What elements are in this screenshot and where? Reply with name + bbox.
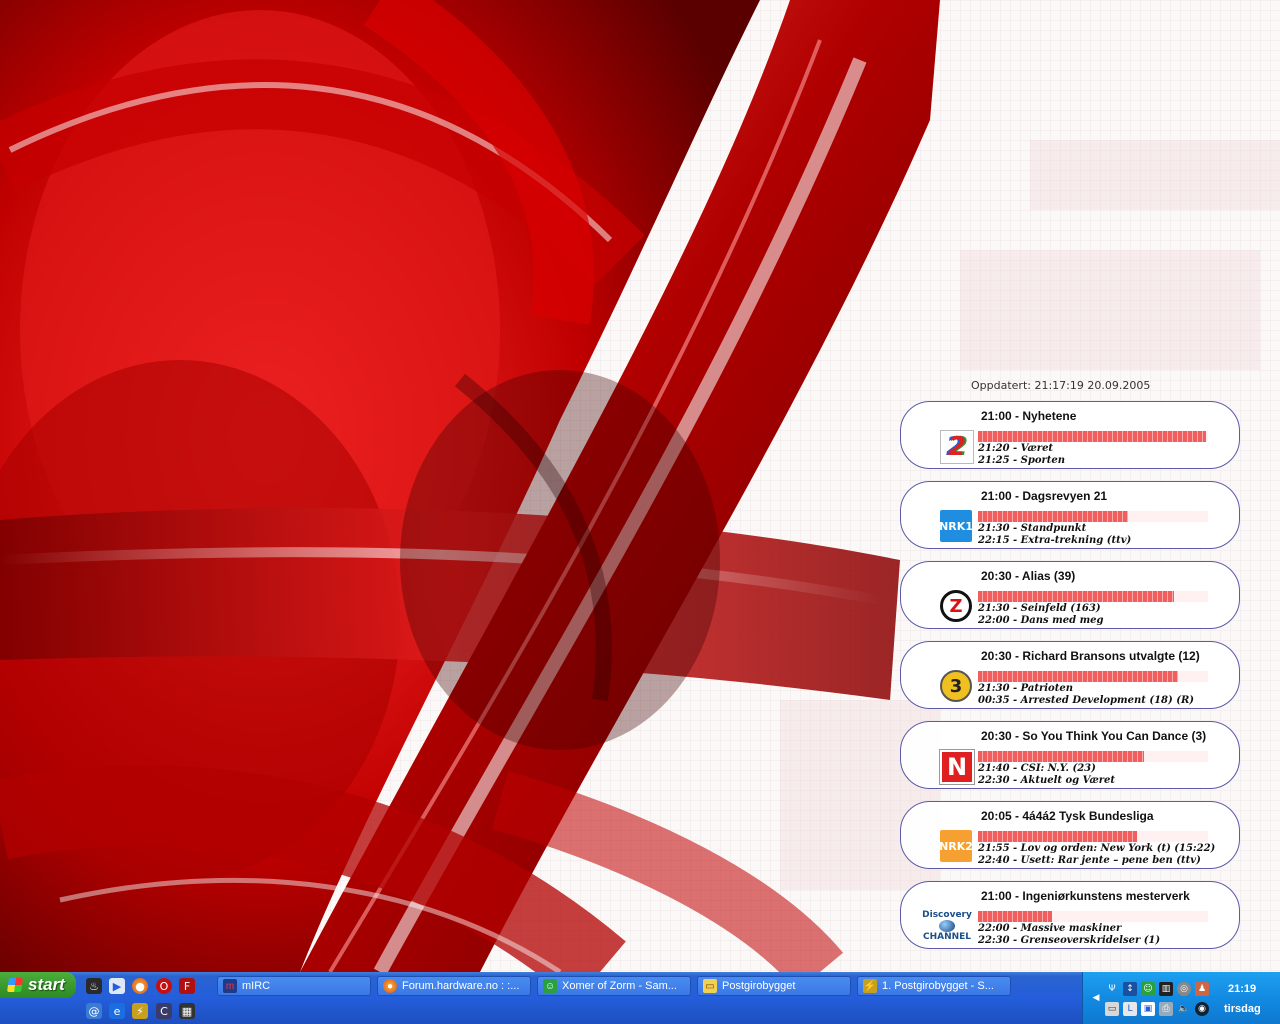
steam-icon[interactable]: ♨: [86, 978, 102, 994]
upcoming-program: 22:00 - Dans med meg: [978, 615, 1104, 626]
upcoming-program: 21:25 - Sporten: [978, 455, 1066, 466]
nrk1-logo-icon: NRK1: [939, 510, 973, 542]
media-player-icon[interactable]: ▶: [109, 978, 125, 994]
upcoming-program: 21:20 - Været: [978, 443, 1054, 454]
messenger-icon: ☺: [543, 979, 557, 993]
windows-logo-icon: [7, 978, 23, 992]
tvn-logo-icon: N: [939, 749, 975, 785]
tv-channel-card[interactable]: NRK1 21:00 - Dagsrevyen 21 21:30 - Standpu…: [900, 481, 1240, 549]
disc-icon[interactable]: ◎: [1177, 982, 1191, 996]
tv-channel-card[interactable]: Discovery CHANNEL 21:00 - Ingeniørkunstens…: [900, 881, 1240, 949]
progress-bar: [978, 591, 1174, 602]
start-label: start: [28, 975, 65, 994]
taskbar-button[interactable]: ☺ Xomer of Zorm - Sam...: [537, 976, 691, 996]
discovery-logo-icon: Discovery CHANNEL: [921, 910, 973, 942]
tv-channel-card[interactable]: N 20:30 - So You Think You Can Dance (3) 2…: [900, 721, 1240, 789]
now-playing-title: 20:30 - So You Think You Can Dance (3): [981, 729, 1207, 743]
tv-channel-card[interactable]: Z 20:30 - Alias (39) 21:30 - Seinfeld (163…: [900, 561, 1240, 629]
mirc-icon: m: [223, 979, 237, 993]
tv-channel-card[interactable]: 2 21:00 - Nyhetene 21:20 - Været 21:25 - Sp…: [900, 401, 1240, 469]
tv-channel-card[interactable]: 3 20:30 - Richard Bransons utvalgte (12) 2…: [900, 641, 1240, 709]
internet-explorer-icon[interactable]: e: [109, 1003, 125, 1019]
upcoming-program: 21:55 - Lov og orden: New York (t) (15:2…: [978, 843, 1216, 854]
user-icon[interactable]: ♟: [1195, 982, 1209, 996]
progress-bar: [978, 911, 1052, 922]
progress-bar: [978, 751, 1144, 762]
taskbar-button-label: Postgirobygget: [722, 980, 796, 992]
globe-icon: [939, 920, 955, 932]
upcoming-program: 21:30 - Patrioten: [978, 683, 1073, 694]
progress-bar: [978, 831, 1137, 842]
taskbar-button-label: Forum.hardware.no : :...: [402, 980, 520, 992]
cpu-z-icon[interactable]: C: [156, 1003, 172, 1019]
volume-icon[interactable]: 🔈: [1177, 1002, 1191, 1016]
chip-icon[interactable]: ▦: [179, 1003, 195, 1019]
firefox-icon: ●: [383, 979, 397, 993]
upcoming-program: 22:15 - Extra-trekning (ttv): [978, 535, 1132, 546]
display-icon[interactable]: ▣: [1141, 1002, 1155, 1016]
system-tray: ◀ Ψ ↕ ☺ ▥ ◎ ♟ ▭ L ▣ ⎙ 🔈 ◉: [1082, 972, 1280, 1024]
filezilla-icon[interactable]: F: [179, 978, 195, 994]
clock-time[interactable]: 21:19: [1228, 983, 1256, 995]
now-playing-title: 20:30 - Richard Bransons utvalgte (12): [981, 649, 1200, 663]
upcoming-program: 21:30 - Seinfeld (163): [978, 603, 1101, 614]
taskbar-button[interactable]: m mIRC: [217, 976, 371, 996]
progress-bar: [978, 671, 1178, 682]
clock-day[interactable]: tirsdag: [1224, 1003, 1261, 1015]
security-icon[interactable]: ◉: [1195, 1002, 1209, 1016]
taskbar-button[interactable]: ● Forum.hardware.no : :...: [377, 976, 531, 996]
taskbar: start ♨ ▶ ● O F @ e ⚡ C ▦ m mIRC ● Forum.ha…: [0, 972, 1280, 1024]
winamp-quick-icon[interactable]: ⚡: [132, 1003, 148, 1019]
printer-icon[interactable]: ⎙: [1159, 1002, 1173, 1016]
tv-guide-updated-label: Oppdatert: 21:17:19 20.09.2005: [971, 379, 1151, 392]
progress-bar: [978, 511, 1128, 522]
tv-channel-card[interactable]: NRK2 20:05 - 4á4á2 Tysk Bundesliga 21:55 -…: [900, 801, 1240, 869]
now-playing-title: 21:00 - Ingeniørkunstens mesterverk: [981, 889, 1190, 903]
upcoming-program: 21:40 - CSI: N.Y. (23): [978, 763, 1096, 774]
upcoming-program: 22:30 - Aktuelt og Været: [978, 775, 1116, 786]
outlook-express-icon[interactable]: @: [86, 1003, 102, 1019]
antenna-icon[interactable]: Ψ: [1105, 982, 1119, 996]
monitor-icon[interactable]: ▭: [1105, 1002, 1119, 1016]
upcoming-program: 22:40 - Usett: Rar jente – pene ben (ttv…: [978, 855, 1201, 866]
tv3-logo-icon: 3: [940, 670, 972, 702]
messenger-tray-icon[interactable]: ☺: [1141, 982, 1155, 996]
now-playing-title: 20:30 - Alias (39): [981, 569, 1076, 583]
firefox-icon[interactable]: ●: [132, 978, 148, 994]
opera-icon[interactable]: O: [156, 978, 172, 994]
tv2-logo-icon: 2: [940, 430, 974, 464]
winamp-icon: ⚡: [863, 979, 877, 993]
folder-icon: ▭: [703, 979, 717, 993]
window-icon[interactable]: L: [1123, 1002, 1137, 1016]
now-playing-title: 21:00 - Nyhetene: [981, 409, 1077, 423]
taskbar-button-label: mIRC: [242, 980, 271, 992]
progress-bar: [978, 431, 1206, 442]
taskbar-button-label: Xomer of Zorm - Sam...: [562, 980, 677, 992]
taskbar-button-label: 1. Postgirobygget - S...: [882, 980, 994, 992]
network-icon[interactable]: ↕: [1123, 982, 1137, 996]
logo-text: Discovery: [922, 910, 972, 920]
zt-logo-icon: Z: [940, 590, 972, 622]
taskbar-button[interactable]: ⚡ 1. Postgirobygget - S...: [857, 976, 1011, 996]
logo-subtext: CHANNEL: [922, 932, 972, 942]
graph-icon[interactable]: ▥: [1159, 982, 1173, 996]
nrk2-logo-icon: NRK2: [939, 830, 973, 862]
upcoming-program: 22:30 - Grenseoverskridelser (1): [978, 935, 1161, 946]
upcoming-program: 00:35 - Arrested Development (18) (R): [978, 695, 1194, 706]
chevron-left-icon[interactable]: ◀: [1089, 991, 1103, 1005]
now-playing-title: 20:05 - 4á4á2 Tysk Bundesliga: [981, 809, 1154, 823]
start-button[interactable]: start: [0, 972, 76, 998]
now-playing-title: 21:00 - Dagsrevyen 21: [981, 489, 1108, 503]
taskbar-button[interactable]: ▭ Postgirobygget: [697, 976, 851, 996]
upcoming-program: 22:00 - Massive maskiner: [978, 923, 1122, 934]
upcoming-program: 21:30 - Standpunkt: [978, 523, 1087, 534]
